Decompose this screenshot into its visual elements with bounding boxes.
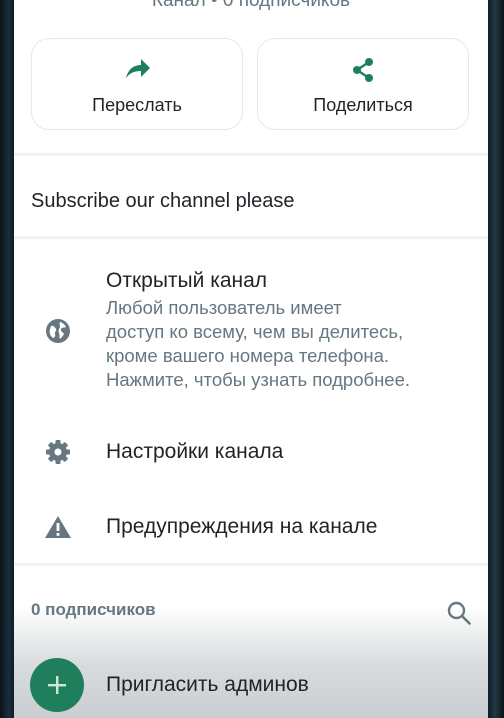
channel-alerts-label: Предупреждения на канале [106,515,378,538]
channel-info-screen: Канал • 0 подписчиков Переслать Поделить… [14,0,488,718]
gear-icon [46,440,70,464]
privacy-title: Открытый канал [106,269,268,292]
forward-button[interactable]: Переслать [31,38,243,130]
channel-info-card: Открытый канал Любой пользователь имеет … [14,239,488,563]
members-search-button[interactable] [446,600,472,631]
plus-icon [48,676,66,694]
warning-icon [45,516,71,538]
forward-arrow-icon [126,59,150,78]
channel-header-card: Канал • 0 подписчиков Переслать Поделить… [14,0,488,153]
channel-subtitle: Канал • 0 подписчиков [151,0,351,11]
invite-admins-label[interactable]: Пригласить админов [106,673,309,697]
device-frame-left [0,0,14,718]
forward-button-label: Переслать [92,95,182,115]
channel-description-card[interactable]: Subscribe our channel please [14,156,488,236]
share-icon [353,58,373,82]
members-count: 0 подписчиков [31,600,156,619]
channel-description: Subscribe our channel please [31,190,295,212]
globe-icon [46,319,70,343]
privacy-description: Любой пользователь имеет доступ ко всему… [106,297,411,390]
channel-settings-label: Настройки канала [106,440,284,463]
device-frame-right [488,0,504,718]
invite-admins-button[interactable] [30,658,84,712]
search-icon [447,601,471,625]
members-card: 0 подписчиков Пригласить админов [14,566,488,718]
share-button[interactable]: Поделиться [257,38,469,130]
share-button-label: Поделиться [313,95,413,115]
